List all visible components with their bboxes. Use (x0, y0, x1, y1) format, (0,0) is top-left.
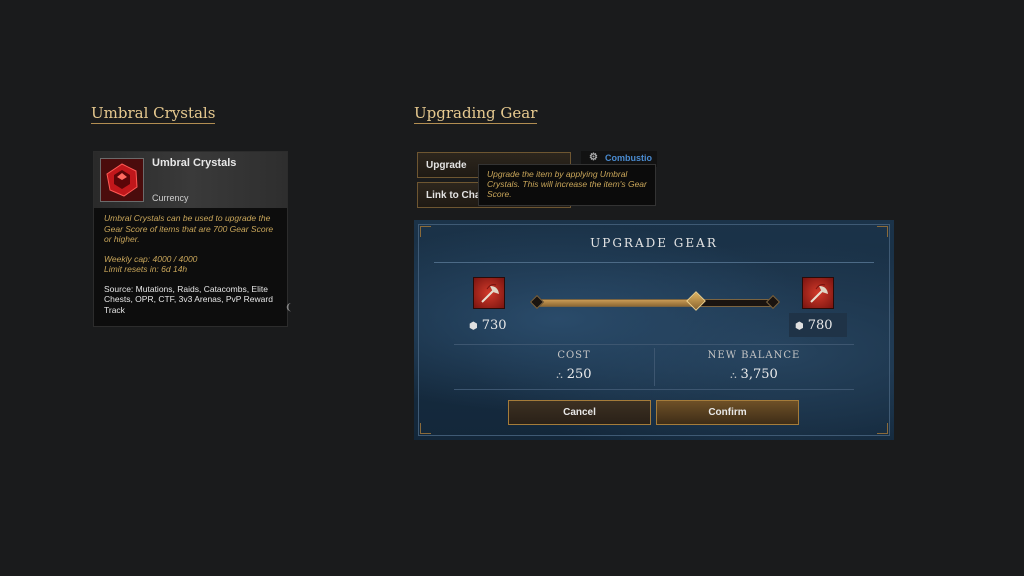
upgrade-progress-track (529, 291, 781, 311)
tooltip-header: Umbral Crystals Currency (94, 152, 287, 208)
cost-value: ⛬ 250 (556, 367, 592, 382)
gear-score-icon: ⬢ (795, 321, 804, 332)
umbral-crystal-icon (100, 158, 144, 202)
stats-divider-top (454, 344, 854, 345)
confirm-button[interactable]: Confirm (656, 400, 799, 425)
axe-icon (802, 277, 834, 309)
item-description: Umbral Crystals can be used to upgrade t… (104, 213, 274, 244)
upgrade-tooltip: Upgrade the item by applying Umbral Crys… (478, 164, 656, 206)
item-source: Source: Mutations, Raids, Catacombs, Eli… (104, 284, 282, 316)
new-balance-value: ⛬ 3,750 (730, 367, 778, 382)
tooltip-body: Umbral Crystals can be used to upgrade t… (104, 213, 282, 324)
title-divider (434, 262, 874, 263)
new-balance-label: NEW BALANCE (707, 350, 801, 361)
current-gear-score: ⬢ 730 (469, 318, 507, 333)
stats-divider-vertical (654, 348, 655, 386)
new-gear-score: ⬢ 780 (795, 318, 833, 333)
dialog-title: UPGRADE GEAR (590, 236, 718, 250)
upgrade-progress-fill (537, 300, 696, 306)
section-title-upgrading-gear: Upgrading Gear (414, 104, 538, 124)
source-label: Source: (104, 283, 134, 294)
stats-divider-bottom (454, 389, 854, 390)
cancel-button[interactable]: Cancel (508, 400, 651, 425)
gear-score-icon: ⬢ (469, 321, 478, 332)
frame-corner (420, 423, 431, 434)
frame-corner (877, 423, 888, 434)
section-title-umbral-crystals: Umbral Crystals (91, 104, 216, 124)
item-name: Umbral Crystals (152, 157, 237, 169)
limit-reset: Limit resets in: 6d 14h (104, 264, 188, 274)
umbral-crystal-tooltip: Umbral Crystals Currency Umbral Crystals… (93, 151, 293, 327)
axe-icon (473, 277, 505, 309)
weekly-cap: Weekly cap: 4000 / 4000 (104, 253, 198, 264)
cost-label: COST (557, 350, 591, 361)
combustion-label: Combustio (605, 153, 652, 163)
gear-icon: ⚙ (589, 152, 598, 163)
scroll-nub-icon: ❨ (285, 302, 293, 312)
umbral-crystal-icon: ⛬ (556, 371, 563, 381)
item-type: Currency (152, 193, 189, 203)
umbral-crystal-icon: ⛬ (730, 371, 737, 381)
upgrade-gear-dialog: UPGRADE GEAR ⬢ 730 ⬢ 780 COST ⛬ 250 NEW … (414, 220, 894, 440)
